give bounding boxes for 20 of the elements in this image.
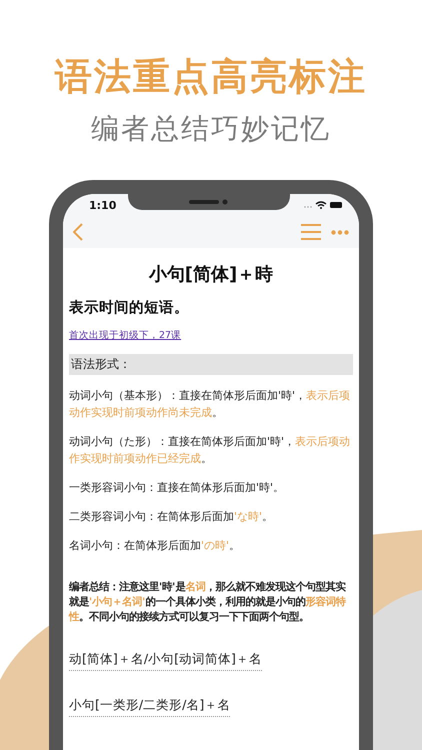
pattern-link[interactable]: 动[简体]＋名/小句[动词简体]＋名 [69, 651, 262, 671]
section-header: 语法形式： [69, 354, 353, 375]
grammar-title: 小句[简体]＋時 [148, 263, 274, 286]
pattern-link[interactable]: 小句[一类形/二类形/名]＋名 [69, 697, 230, 717]
headline: 语法重点高亮标注 [55, 54, 367, 100]
status-time: 1:10 [89, 198, 116, 212]
subheadline: 编者总结巧妙记忆 [91, 111, 331, 147]
rule-paragraph: 动词小句（た形）：直接在简体形后面加'時'，表示后项动作实现时前项动作已经完成。 [69, 434, 352, 467]
rule-paragraph: 二类形容词小句：在简体形后面加'な時'。 [69, 509, 274, 525]
rule-paragraph: 名词小句：在简体形后面加'の時'。 [69, 538, 242, 554]
speaker-camera-icon [189, 199, 229, 205]
source-link[interactable]: 首次出现于初级下，27课 [69, 329, 182, 342]
menu-icon[interactable] [301, 224, 321, 240]
rule-paragraph: 动词小句（基本形）：直接在简体形后面加'時'，表示后项动作实现时前项动作尚未完成。 [69, 388, 352, 421]
meaning-text: 表示时间的短语。 [69, 298, 190, 317]
summary-paragraph: 编者总结：注意这里'時'是名词，那么就不难发现这个句型其实就是'小句＋名词'的一个具体小类，利用的就是小句的形容词特性。不同小句的接续方式可以复习一下下面两个句型。 [69, 580, 347, 625]
back-icon[interactable] [73, 223, 83, 241]
more-icon[interactable] [331, 230, 349, 234]
rule-paragraph: 一类形容词小句：直接在简体形后面加'時'。 [69, 480, 286, 496]
status-icons [303, 200, 343, 210]
